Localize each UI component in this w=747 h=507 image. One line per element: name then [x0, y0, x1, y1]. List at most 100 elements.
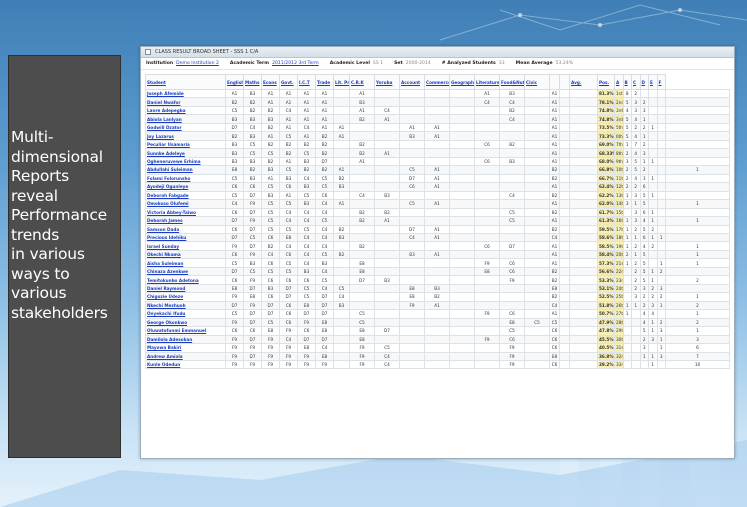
grade-cell	[349, 292, 375, 302]
grade-cell	[656, 182, 666, 192]
grade-cell: E8	[349, 266, 375, 277]
student-name-link[interactable]: Precious Idehiku	[145, 232, 226, 243]
student-name-link[interactable]: Aisha Suleiman	[145, 258, 226, 268]
column-header[interactable]: Pos.	[597, 74, 615, 90]
grade-cell	[474, 105, 500, 116]
student-name-link[interactable]: Deborah James	[145, 216, 226, 226]
grade-cell: 1	[631, 232, 641, 243]
student-name-link[interactable]: Omokoso Olufemi	[145, 199, 226, 209]
grade-cell: 2	[665, 300, 730, 311]
column-header[interactable]: Geography	[449, 74, 475, 90]
grade-cell: A1	[279, 88, 298, 99]
grade-cell	[569, 326, 598, 336]
table-row: Temitokunbo Adetona C6 F9 C6 C6 C6 C5 D7 B3 F9 B2 5…	[145, 275, 730, 285]
student-name-link[interactable]: Nkechi Mezhuoh	[145, 300, 226, 311]
student-name-link[interactable]: Victoria Abbey-Taiwo	[145, 207, 226, 218]
student-name-link[interactable]: Damilola Adesokan	[145, 334, 226, 345]
column-header[interactable]: F	[656, 74, 666, 90]
column-header[interactable]: E	[648, 74, 658, 90]
column-header[interactable]: Literature	[474, 74, 500, 90]
student-name-link[interactable]: Israel Sunday	[145, 241, 226, 251]
position-cell: 33rd	[614, 359, 624, 370]
grade-cell: A1	[424, 224, 450, 234]
student-name-link[interactable]: Peculiar Usamaria	[145, 139, 226, 150]
column-header[interactable]: I.C.T	[297, 74, 316, 90]
collapse-icon[interactable]	[145, 49, 151, 55]
grade-cell: C5	[243, 148, 262, 158]
grade-cell	[569, 88, 598, 99]
student-name-link[interactable]: Andrew Amiola	[145, 351, 226, 362]
column-header[interactable]: Food&Nut	[499, 74, 525, 90]
column-header[interactable]: A	[614, 74, 624, 90]
column-header[interactable]: Govt.	[279, 74, 298, 90]
student-name-link[interactable]: Lanre Adepegba	[145, 105, 226, 116]
position-cell: 8th	[614, 148, 624, 158]
grade-cell: B2	[549, 190, 560, 201]
grade-cell: C6	[279, 182, 298, 192]
grade-cell: C5	[499, 326, 525, 336]
student-name-link[interactable]: Abdullahi Suleiman	[145, 165, 226, 175]
average-cell: 56.6%	[597, 266, 615, 277]
average-cell: 47.8%	[597, 326, 615, 336]
student-name-link[interactable]: Folami Folorunsho	[145, 173, 226, 184]
grade-cell: C5	[499, 216, 525, 226]
grade-cell	[569, 131, 598, 141]
grade-cell	[665, 97, 730, 107]
grade-cell: 1	[622, 224, 632, 234]
table-row: Chigozie Udeze F9 E8 C6 D7 C5 D7 C4 E8 B2 B2 52.5% 2…	[145, 292, 730, 302]
student-name-link[interactable]: Abiola Lanlyan	[145, 114, 226, 124]
grade-cell	[449, 182, 475, 192]
column-header[interactable]: C.R.K	[349, 74, 375, 90]
column-header[interactable]: Civic	[524, 74, 550, 90]
column-header[interactable]: Trade	[315, 74, 334, 90]
student-name-link[interactable]: Daniel Nwafor	[145, 97, 226, 107]
student-name-link[interactable]: Daniel Raymond	[145, 283, 226, 294]
student-name-link[interactable]: Deborah Fabgade	[145, 190, 226, 201]
column-header[interactable]: English	[225, 74, 244, 90]
student-name-link[interactable]: Sunnke Adeleye	[145, 148, 226, 158]
column-header[interactable]: B	[622, 74, 632, 90]
grade-cell	[399, 216, 425, 226]
student-name-link[interactable]: Samson Dada	[145, 224, 226, 234]
student-name-link[interactable]: Godwill Dzator	[145, 122, 226, 133]
term-link[interactable]: 2011/2012 3rd Term	[272, 61, 319, 66]
student-name-link[interactable]: Oluwatofunmi Emmanuel	[145, 326, 226, 336]
grade-cell: C6	[499, 309, 525, 319]
grade-cell	[524, 326, 550, 336]
column-header[interactable]: Yoruba	[374, 74, 400, 90]
grade-cell: A1	[549, 241, 560, 251]
grade-cell: 1	[639, 131, 649, 141]
grade-cell: A1	[549, 309, 560, 319]
grade-cell: A1	[315, 122, 334, 133]
column-header[interactable]: Maths	[243, 74, 262, 90]
student-name-link[interactable]: Chinaza Azenkwe	[145, 266, 226, 277]
grade-cell	[449, 224, 475, 234]
student-name-link[interactable]: Joseph Afemide	[145, 88, 226, 99]
student-name-link[interactable]: Temitokunbo Adetona	[145, 275, 226, 285]
student-name-link[interactable]: Ayodeji Ogunleye	[145, 182, 226, 192]
student-name-link[interactable]: Chigozie Udeze	[145, 292, 226, 302]
grade-cell: D7	[225, 122, 244, 133]
column-header[interactable]: Avg.	[569, 74, 598, 90]
column-header[interactable]: Commerce	[424, 74, 450, 90]
position-cell: 27th	[614, 309, 624, 319]
institution-link[interactable]: Demo Institution 2	[176, 61, 219, 66]
student-name-link[interactable]: George Okonkwo	[145, 317, 226, 328]
column-header[interactable]: D	[639, 74, 649, 90]
student-name-link[interactable]: Joy Lazarus	[145, 131, 226, 141]
grade-cell	[569, 122, 598, 133]
column-header[interactable]: Student	[145, 74, 226, 90]
student-name-link[interactable]: Ogheneruvewe Erhima	[145, 156, 226, 167]
student-name-link[interactable]: Onyekachi Ifudu	[145, 309, 226, 319]
student-name-link[interactable]: Okechi Nkama	[145, 249, 226, 260]
column-header[interactable]: Econs	[261, 74, 280, 90]
column-header[interactable]: Account	[399, 74, 425, 90]
student-name-link[interactable]: Kunle Odedun	[145, 359, 226, 370]
column-header[interactable]: C	[631, 74, 641, 90]
average-cell: 61.7%	[597, 207, 615, 218]
grade-cell	[559, 309, 570, 319]
student-name-link[interactable]: Mayowa Bakiri	[145, 343, 226, 353]
column-header[interactable]: Lit. Prac	[333, 74, 350, 90]
grade-cell	[374, 122, 400, 133]
grade-cell	[524, 190, 550, 201]
